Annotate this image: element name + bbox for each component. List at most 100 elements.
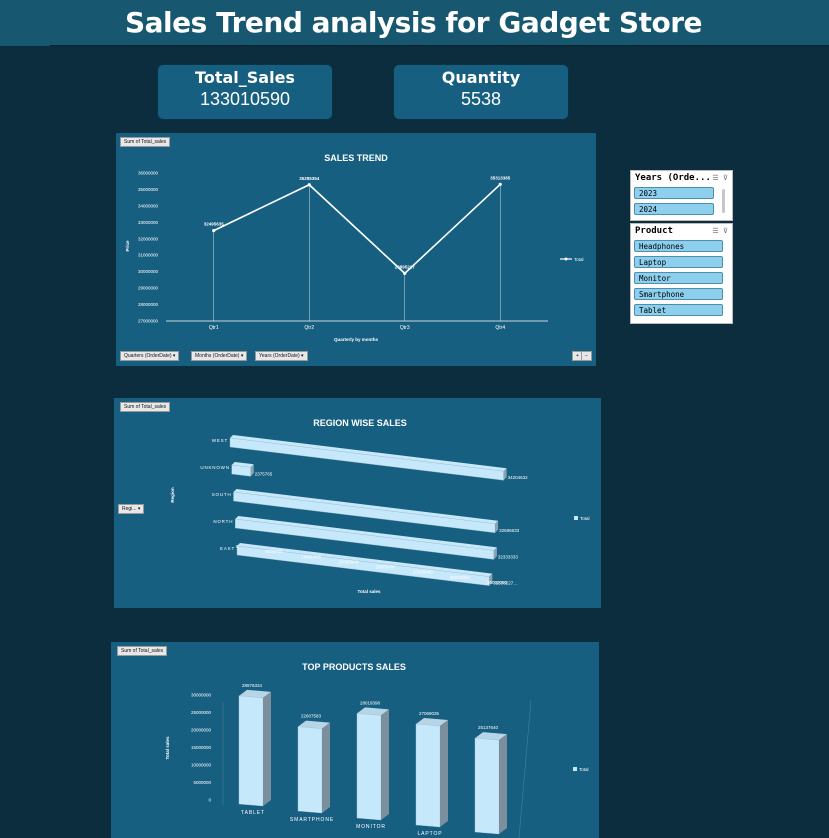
data-label: 35285354 [299, 176, 320, 181]
data-label: 2375765 [255, 471, 273, 476]
x-tick-label: Qtr2 [304, 325, 314, 331]
category-label: WEST [212, 438, 228, 443]
axis-wall-line [518, 699, 532, 838]
data-label: 34204632 [508, 475, 529, 480]
data-label: 28976334 [242, 683, 263, 688]
chart-legend-label: Total [579, 767, 589, 772]
y-axis-label: Region [170, 487, 175, 503]
bar-laptop [415, 723, 441, 828]
top-products-panel: Sum of Total_sales TOP PRODUCTS SALES To… [111, 642, 599, 838]
y-tick-label: 5000000 [193, 780, 211, 785]
data-label: 29895217 [395, 264, 416, 269]
x-tick-label: 20000000 [376, 565, 397, 570]
chart-legend-marker [573, 767, 577, 771]
data-label: 22607583 [301, 714, 322, 719]
kpi-card-total-sales: Total_Sales 133010590 [157, 64, 333, 120]
kpi-label: Total_Sales [195, 68, 295, 87]
clear-filter-icon[interactable]: ☰ ⊽ [712, 174, 728, 182]
slicer-item-tablet[interactable]: Tablet [634, 304, 723, 316]
x-tick-label: Qtr1 [209, 325, 219, 331]
y-tick-label: 30000000 [191, 693, 212, 698]
y-tick-label: 0 [208, 798, 211, 803]
bar-tablet [238, 695, 264, 807]
scrollbar[interactable] [722, 189, 725, 213]
category-label: EAST [220, 546, 235, 551]
slicer-item-2024[interactable]: 2024 [634, 203, 714, 215]
category-label: NORTH [213, 519, 233, 524]
category-label: SMARTPHONE [290, 817, 334, 823]
slicer-item-monitor[interactable]: Monitor [634, 272, 723, 284]
bar-side-face [440, 719, 448, 827]
data-label: 35313385 [490, 175, 511, 180]
y-tick-label: 36000000 [138, 171, 159, 176]
category-label: UNKNOWN [200, 465, 229, 470]
page-title: Sales Trend analysis for Gadget Store [125, 6, 703, 39]
clear-filter-icon[interactable]: ☰ ⊽ [712, 227, 728, 235]
sales-trend-chart: SALES TREND Price Quarterly by months To… [125, 153, 584, 342]
category-label: SOUTH [212, 492, 232, 497]
category-label: LAPTOP [417, 831, 442, 837]
slicer-item-smartphone[interactable]: Smartphone [634, 288, 723, 300]
chart-legend-label: Total [574, 257, 584, 262]
filter-months[interactable]: Months (OrderDate) ▾ [191, 351, 248, 361]
chart-title: SALES TREND [324, 153, 388, 163]
data-label: 32333333 [498, 554, 519, 559]
y-tick-label: 35000000 [138, 187, 159, 192]
data-label: 27069035 [419, 711, 440, 716]
y-tick-label: 34000000 [138, 203, 159, 208]
years-slicer: Years (Orde... ☰ ⊽ 2023 2024 [630, 170, 733, 221]
y-tick-label: 29000000 [138, 286, 159, 291]
x-tick-label: 30000000 [450, 575, 471, 580]
x-tick-label: 25000000 [413, 570, 434, 575]
bar-unlabeled [474, 737, 500, 835]
slicer-item-2023[interactable]: 2023 [634, 187, 714, 199]
kpi-label: Quantity [441, 68, 521, 87]
x-tick-label: 15000000 [338, 559, 359, 564]
data-point [403, 271, 407, 275]
bar-side-face [499, 734, 507, 834]
data-label: 25137640 [478, 725, 499, 730]
bar-top-face [233, 489, 499, 524]
series-line-total [213, 183, 501, 275]
y-tick-label: 27000000 [138, 319, 159, 324]
data-label: 32696633 [499, 528, 520, 533]
y-tick-label: 20000000 [191, 728, 212, 733]
top-products-chart: TOP PRODUCTS SALES Total sales Total 300… [165, 662, 589, 838]
chart-title: REGION WISE SALES [313, 418, 407, 428]
bar-smartphone [297, 726, 323, 814]
y-tick-label: 30000000 [138, 269, 159, 274]
x-tick-label: Qtr3 [400, 325, 410, 331]
data-label: 32495635 [204, 222, 225, 227]
chart-legend-marker [574, 516, 578, 520]
product-slicer: Product ☰ ⊽ Headphones Laptop Monitor Sm… [630, 223, 733, 324]
chart-title: TOP PRODUCTS SALES [302, 662, 406, 672]
y-tick-label: 31000000 [138, 253, 159, 258]
slicer-item-headphones[interactable]: Headphones [634, 240, 723, 252]
data-point [212, 229, 216, 233]
region-sales-panel: Sum of Total_sales Regi... ▾ REGION WISE… [114, 398, 601, 608]
y-axis-label: Price [125, 240, 130, 252]
bar-top-face [230, 435, 507, 472]
region-sales-chart: REGION WISE SALES Region Total sales Tot… [170, 418, 590, 594]
y-axis-label: Total sales [165, 736, 170, 759]
chart-legend-label: Total [580, 516, 590, 521]
slicer-item-laptop[interactable]: Laptop [634, 256, 723, 268]
filter-years[interactable]: Years (OrderDate) ▾ [255, 351, 308, 361]
x-axis-label: Quarterly by months [334, 337, 379, 342]
kpi-card-quantity: Quantity 5538 [393, 64, 569, 120]
data-label: 28019398 [360, 700, 381, 705]
x-tick-label: Qtr4 [495, 325, 505, 331]
data-point [498, 182, 502, 186]
kpi-value: 5538 [460, 89, 502, 109]
x-axis-label: Total sales [358, 589, 381, 594]
y-tick-label: 10000000 [191, 763, 212, 768]
category-label: MONITOR [356, 824, 386, 830]
filter-quarters[interactable]: Quarters (OrderDate) ▾ [120, 351, 180, 361]
kpi-value: 133010590 [199, 89, 291, 109]
chart-legend-marker [564, 257, 568, 261]
x-tick-label: 10000000 [301, 554, 322, 559]
collapse-button[interactable]: − [581, 351, 592, 361]
x-tick-label: 35000000 [487, 580, 508, 585]
data-point [307, 183, 311, 187]
y-tick-label: 25000000 [191, 710, 212, 715]
